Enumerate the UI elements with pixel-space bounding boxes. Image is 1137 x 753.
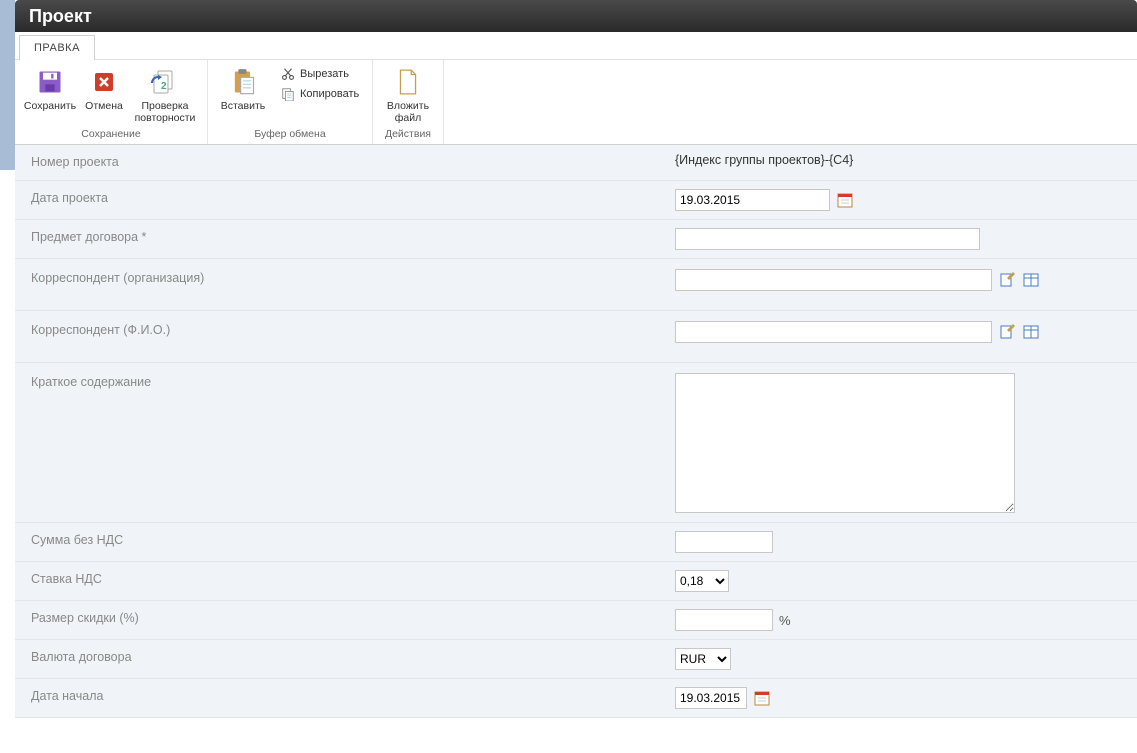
label-correspondent-fio: Корреспондент (Ф.И.О.) [15,321,675,337]
currency-select[interactable]: RUR [675,648,731,670]
row-summary: Краткое содержание [15,363,1137,523]
ribbon-group-title-save: Сохранение [21,126,201,142]
label-project-date: Дата проекта [15,189,675,205]
label-contract-subject: Предмет договора * [15,228,675,244]
save-icon [34,66,66,98]
tab-edit[interactable]: ПРАВКА [19,35,95,60]
paste-button[interactable]: Вставить [214,64,272,114]
check-duplicates-icon: 2 [149,66,181,98]
window-left-strip [0,0,15,170]
correspondent-fio-input[interactable] [675,321,992,343]
contract-subject-input[interactable] [675,228,980,250]
vat-rate-select[interactable]: 0,18 [675,570,729,592]
calendar-icon[interactable] [753,689,771,707]
discount-suffix: % [779,613,791,628]
check-duplicates-button[interactable]: 2 Проверка повторности [129,64,201,126]
row-discount: Размер скидки (%) % [15,601,1137,640]
edit-icon[interactable] [998,271,1016,289]
summary-textarea[interactable] [675,373,1015,513]
ribbon-tabs: ПРАВКА [15,32,1137,60]
project-date-input[interactable] [675,189,830,211]
ribbon-group-actions: Вложить файл Действия [373,60,444,144]
svg-text:2: 2 [161,81,167,92]
label-currency: Валюта договора [15,648,675,664]
lookup-icon[interactable] [1022,323,1040,341]
correspondent-org-input[interactable] [675,269,992,291]
attach-file-icon [392,66,424,98]
label-project-number: Номер проекта [15,153,675,169]
label-summary: Краткое содержание [15,373,675,389]
label-vat-rate: Ставка НДС [15,570,675,586]
row-vat-rate: Ставка НДС 0,18 [15,562,1137,601]
attach-file-button[interactable]: Вложить файл [379,64,437,126]
cancel-icon [88,66,120,98]
ribbon-group-title-actions: Действия [379,126,437,142]
start-date-input[interactable] [675,687,747,709]
row-contract-subject: Предмет договора * [15,220,1137,259]
window-title: Проект [29,6,92,26]
label-correspondent-org: Корреспондент (организация) [15,269,675,285]
label-sum-no-vat: Сумма без НДС [15,531,675,547]
ribbon: Сохранить Отмена 2 Проверка повторности … [15,60,1137,145]
label-start-date: Дата начала [15,687,675,703]
sum-no-vat-input[interactable] [675,531,773,553]
copy-button[interactable]: Копировать [276,84,366,104]
row-currency: Валюта договора RUR [15,640,1137,679]
ribbon-group-title-clipboard: Буфер обмена [214,126,366,142]
ribbon-group-clipboard: Вставить Вырезать Копировать Буфер обмен… [208,60,373,144]
discount-input[interactable] [675,609,773,631]
row-correspondent-org: Корреспондент (организация) [15,259,1137,311]
row-correspondent-fio: Корреспондент (Ф.И.О.) [15,311,1137,363]
window-title-bar: Проект [15,0,1137,32]
calendar-icon[interactable] [836,191,854,209]
label-discount: Размер скидки (%) [15,609,675,625]
save-button[interactable]: Сохранить [21,64,79,114]
copy-icon [280,86,296,102]
form-area: Номер проекта {Индекс группы проектов}-{… [15,145,1137,718]
ribbon-group-save: Сохранить Отмена 2 Проверка повторности … [15,60,208,144]
cancel-button[interactable]: Отмена [79,64,129,114]
cut-button[interactable]: Вырезать [276,64,366,84]
row-project-number: Номер проекта {Индекс группы проектов}-{… [15,145,1137,181]
row-project-date: Дата проекта [15,181,1137,220]
cut-icon [280,66,296,82]
edit-icon[interactable] [998,323,1016,341]
lookup-icon[interactable] [1022,271,1040,289]
row-sum-no-vat: Сумма без НДС [15,523,1137,562]
row-start-date: Дата начала [15,679,1137,718]
value-project-number: {Индекс группы проектов}-{С4} [675,153,853,167]
paste-icon [227,66,259,98]
